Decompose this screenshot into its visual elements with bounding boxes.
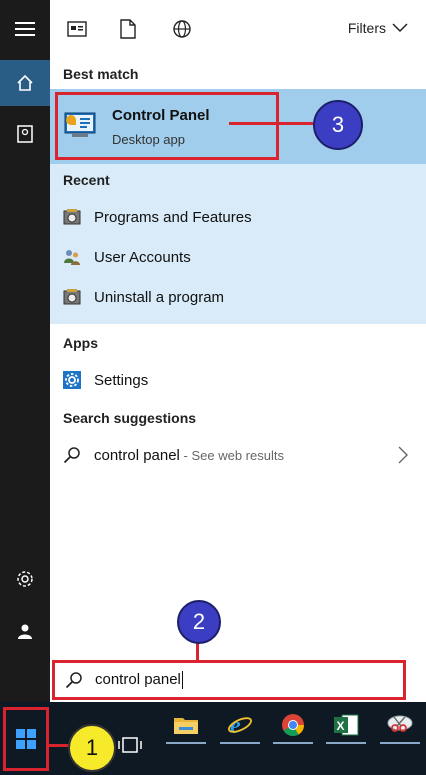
home-icon xyxy=(17,74,33,91)
hamburger-icon xyxy=(15,22,35,36)
step-marker-2: 2 xyxy=(177,600,221,644)
snipping-tool-icon xyxy=(387,715,413,732)
step-marker-1: 1 xyxy=(68,724,116,772)
app-item-label: Settings xyxy=(94,371,149,389)
running-indicator xyxy=(220,742,260,744)
programs-features-icon xyxy=(62,207,82,227)
user-sidebar-button[interactable] xyxy=(0,608,50,654)
search-input[interactable]: control panel xyxy=(95,671,181,688)
recent-item-label: Programs and Features xyxy=(94,208,252,226)
running-indicator xyxy=(380,742,420,744)
search-box[interactable]: control panel xyxy=(52,660,406,700)
chevron-down-icon xyxy=(392,23,408,33)
task-view-button[interactable] xyxy=(110,728,150,762)
chrome-icon xyxy=(282,714,304,736)
text-caret xyxy=(181,671,183,690)
folder-icon xyxy=(174,718,198,734)
step-marker-3: 3 xyxy=(313,100,363,150)
apps-filter-button[interactable] xyxy=(65,17,89,41)
search-results-panel: Filters Best match Control Panel Desktop… xyxy=(50,0,426,702)
annotation-box-start xyxy=(3,707,49,771)
file-icon xyxy=(120,19,136,39)
internet-explorer-icon: e xyxy=(228,713,252,738)
filters-dropdown[interactable]: Filters xyxy=(348,20,408,36)
annotation-connector-1 xyxy=(49,744,69,747)
svg-text:X: X xyxy=(337,719,345,733)
user-icon xyxy=(18,624,32,639)
taskbar-snipping-tool[interactable] xyxy=(380,708,420,742)
taskbar-internet-explorer[interactable]: e xyxy=(220,708,260,742)
documents-button[interactable] xyxy=(0,111,50,157)
search-suggestions-heading: Search suggestions xyxy=(63,410,197,426)
running-indicator xyxy=(326,742,366,744)
app-item-settings[interactable]: Settings xyxy=(50,360,426,400)
document-icon xyxy=(17,125,33,143)
excel-icon: X xyxy=(334,714,359,736)
recent-item-label: Uninstall a program xyxy=(94,288,225,306)
chevron-right-icon[interactable] xyxy=(398,446,408,464)
taskbar-file-explorer[interactable] xyxy=(166,708,206,742)
running-indicator xyxy=(166,742,206,744)
app-window-icon xyxy=(67,21,87,37)
filters-label: Filters xyxy=(347,20,386,36)
search-icon xyxy=(62,445,82,465)
recent-item[interactable]: Programs and Features xyxy=(50,197,426,237)
task-view-icon xyxy=(118,737,142,753)
annotation-box-best-match xyxy=(55,92,279,160)
user-accounts-icon xyxy=(62,247,82,267)
search-icon xyxy=(65,672,82,689)
web-filter-button[interactable] xyxy=(170,17,194,41)
annotation-connector-3 xyxy=(229,122,313,125)
home-button[interactable] xyxy=(0,60,50,106)
recent-item[interactable]: Uninstall a program xyxy=(50,277,426,317)
suggestion-query: control panel xyxy=(94,446,180,464)
start-sidebar xyxy=(0,0,50,702)
taskbar-chrome[interactable] xyxy=(273,708,313,742)
gear-icon xyxy=(17,571,33,587)
best-match-heading: Best match xyxy=(63,66,139,82)
documents-filter-button[interactable] xyxy=(116,17,140,41)
settings-sidebar-button[interactable] xyxy=(0,556,50,602)
suggestion-item[interactable]: control panel - See web results xyxy=(50,435,426,475)
taskbar-excel[interactable]: X xyxy=(326,708,366,742)
hamburger-menu-button[interactable] xyxy=(0,6,50,52)
globe-icon xyxy=(173,20,191,38)
results-topbar: Filters xyxy=(50,0,426,60)
recent-item[interactable]: User Accounts xyxy=(50,237,426,277)
apps-heading: Apps xyxy=(63,335,98,351)
uninstall-program-icon xyxy=(62,287,82,307)
suggestion-hint: - See web results xyxy=(179,447,284,463)
settings-gear-icon xyxy=(62,370,82,390)
running-indicator xyxy=(273,742,313,744)
recent-heading: Recent xyxy=(63,172,110,188)
recent-item-label: User Accounts xyxy=(94,248,191,266)
